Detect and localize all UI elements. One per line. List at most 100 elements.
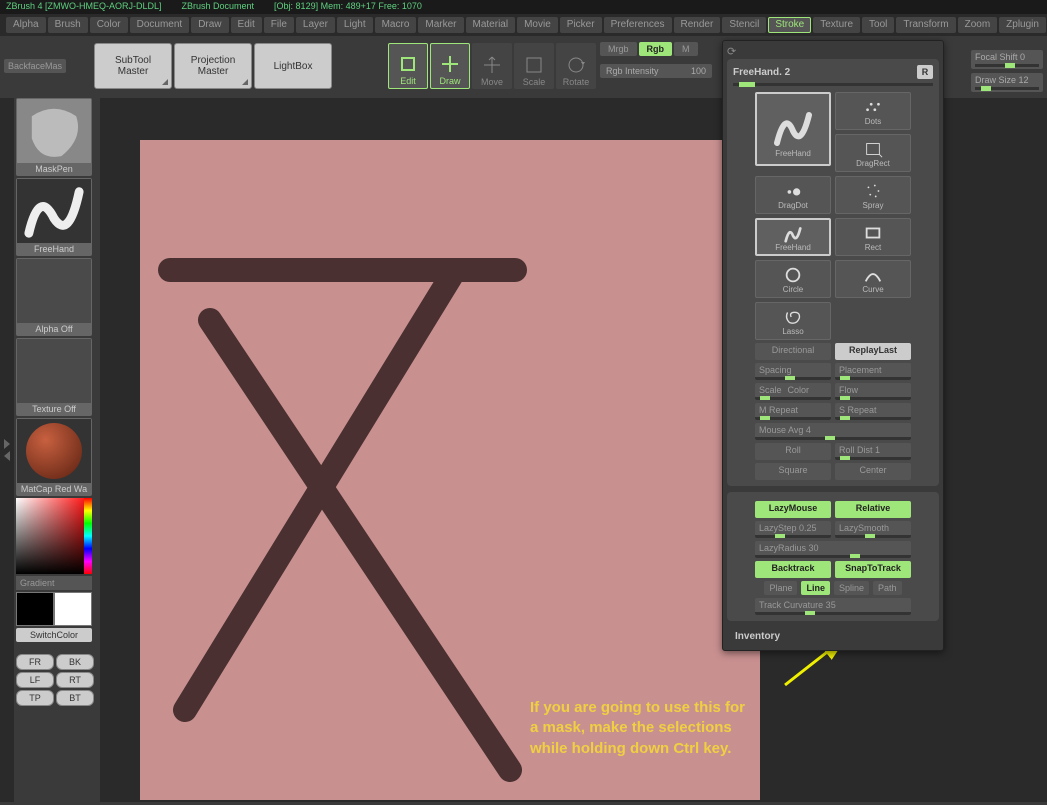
rotate-mode-button[interactable]: Rotate [556,43,596,89]
line-button[interactable]: Line [801,581,830,595]
stroke-rect-button[interactable]: Rect [835,218,911,256]
spacing-slider[interactable]: Spacing [755,363,831,380]
menu-stroke[interactable]: Stroke [768,17,811,33]
center-button[interactable]: Center [835,463,911,480]
menu-file[interactable]: File [264,17,294,33]
lazymouse-button[interactable]: LazyMouse [755,501,831,518]
menu-layer[interactable]: Layer [296,17,335,33]
snaptotrack-button[interactable]: SnapToTrack [835,561,911,578]
menu-document[interactable]: Document [130,17,190,33]
flow-slider[interactable]: Flow [835,383,911,400]
view-bt-button[interactable]: BT [56,690,94,706]
scale-color-slider[interactable]: ScaleColor [755,383,831,400]
material-slot[interactable]: MatCap Red Wa [16,418,92,496]
roll-button[interactable]: Roll [755,443,831,460]
doc-title: ZBrush Document [182,1,255,13]
stroke-circle-button[interactable]: Circle [755,260,831,298]
color-picker[interactable] [16,498,92,574]
stroke-slot[interactable]: FreeHand [16,178,92,256]
plane-button[interactable]: Plane [764,581,797,595]
mouse-avg-slider[interactable]: Mouse Avg 4 [755,423,911,440]
texture-slot[interactable]: Texture Off [16,338,92,416]
projection-master-button[interactable]: Projection Master [174,43,252,89]
stroke-panel-title: FreeHand. 2 [733,67,790,78]
panel-pin-icon[interactable]: ⟳ [727,45,741,59]
menu-brush[interactable]: Brush [48,17,88,33]
stroke-panel: ⟳ FreeHand. 2R FreeHandDotsDragRectDragD… [722,40,944,651]
switch-color-button[interactable]: SwitchColor [16,628,92,642]
lazystep-slider[interactable]: LazyStep 0.25 [755,521,831,538]
menu-stencil[interactable]: Stencil [722,17,766,33]
mrgb-button[interactable]: Mrgb [600,42,637,56]
stroke-dragdot-button[interactable]: DragDot [755,176,831,214]
menu-edit[interactable]: Edit [231,17,262,33]
menu-tool[interactable]: Tool [862,17,894,33]
menu-zplugin[interactable]: Zplugin [999,17,1046,33]
m-button[interactable]: M [674,42,698,56]
draw-size-slider[interactable]: Draw Size 12 [971,73,1043,92]
directional-button[interactable]: Directional [755,343,831,360]
path-button[interactable]: Path [873,581,902,595]
replay-last-button[interactable]: ReplayLast [835,343,911,360]
move-mode-button[interactable]: Move [472,43,512,89]
backface-mask-button[interactable]: BackfaceMas [4,59,66,73]
stroke-freehand-button[interactable]: FreeHand [755,92,831,166]
menu-transform[interactable]: Transform [896,17,955,33]
stroke-lasso-button[interactable]: Lasso [755,302,831,340]
roll-dist-slider[interactable]: Roll Dist 1 [835,443,911,460]
alpha-slot[interactable]: Alpha Off [16,258,92,336]
rgb-button[interactable]: Rgb [639,42,673,56]
placement-slider[interactable]: Placement [835,363,911,380]
lightbox-button[interactable]: LightBox [254,43,332,89]
menu-light[interactable]: Light [337,17,373,33]
title-bar: ZBrush 4 [ZMWO-HMEQ-AORJ-DLDL] ZBrush Do… [0,0,1047,14]
primary-color-swatch[interactable] [54,592,92,626]
inventory-header[interactable]: Inventory [727,627,939,646]
stroke-dragrect-button[interactable]: DragRect [835,134,911,172]
menu-picker[interactable]: Picker [560,17,602,33]
edit-mode-button[interactable]: Edit [388,43,428,89]
menu-marker[interactable]: Marker [418,17,463,33]
gradient-button[interactable]: Gradient [16,576,92,590]
stroke-curve-button[interactable]: Curve [835,260,911,298]
view-rt-button[interactable]: RT [56,672,94,688]
brush-slot[interactable]: MaskPen [16,98,92,176]
menu-zoom[interactable]: Zoom [958,17,998,33]
annotation-text: If you are going to use this for a mask,… [530,698,745,759]
rgb-intensity-slider[interactable]: Rgb Intensity100 [600,64,712,78]
stroke-freehand-button[interactable]: FreeHand [755,218,831,256]
menu-draw[interactable]: Draw [191,17,228,33]
scale-mode-button[interactable]: Scale [514,43,554,89]
draw-mode-button[interactable]: Draw [430,43,470,89]
mem-stats: [Obj: 8129] Mem: 489+17 Free: 1070 [274,1,422,13]
view-lf-button[interactable]: LF [16,672,54,688]
stroke-reset-button[interactable]: R [917,65,933,79]
left-edge-handle[interactable] [0,98,14,802]
s-repeat-slider[interactable]: S Repeat [835,403,911,420]
lazyradius-slider[interactable]: LazyRadius 30 [755,541,911,558]
stroke-spray-button[interactable]: Spray [835,176,911,214]
menu-render[interactable]: Render [674,17,721,33]
view-fr-button[interactable]: FR [16,654,54,670]
menu-color[interactable]: Color [90,17,128,33]
menu-alpha[interactable]: Alpha [6,17,46,33]
lazysmooth-slider[interactable]: LazySmooth [835,521,911,538]
secondary-color-swatch[interactable] [16,592,54,626]
relative-button[interactable]: Relative [835,501,911,518]
menu-bar: AlphaBrushColorDocumentDrawEditFileLayer… [0,14,1047,36]
menu-material[interactable]: Material [466,17,516,33]
spline-button[interactable]: Spline [834,581,869,595]
square-button[interactable]: Square [755,463,831,480]
stroke-dots-button[interactable]: Dots [835,92,911,130]
menu-preferences[interactable]: Preferences [604,17,672,33]
menu-texture[interactable]: Texture [813,17,860,33]
view-tp-button[interactable]: TP [16,690,54,706]
focal-shift-slider[interactable]: Focal Shift 0 [971,50,1043,69]
backtrack-button[interactable]: Backtrack [755,561,831,578]
subtool-master-button[interactable]: SubTool Master [94,43,172,89]
track-curvature-slider[interactable]: Track Curvature 35 [755,598,911,615]
menu-macro[interactable]: Macro [375,17,417,33]
view-bk-button[interactable]: BK [56,654,94,670]
menu-movie[interactable]: Movie [517,17,558,33]
m-repeat-slider[interactable]: M Repeat [755,403,831,420]
